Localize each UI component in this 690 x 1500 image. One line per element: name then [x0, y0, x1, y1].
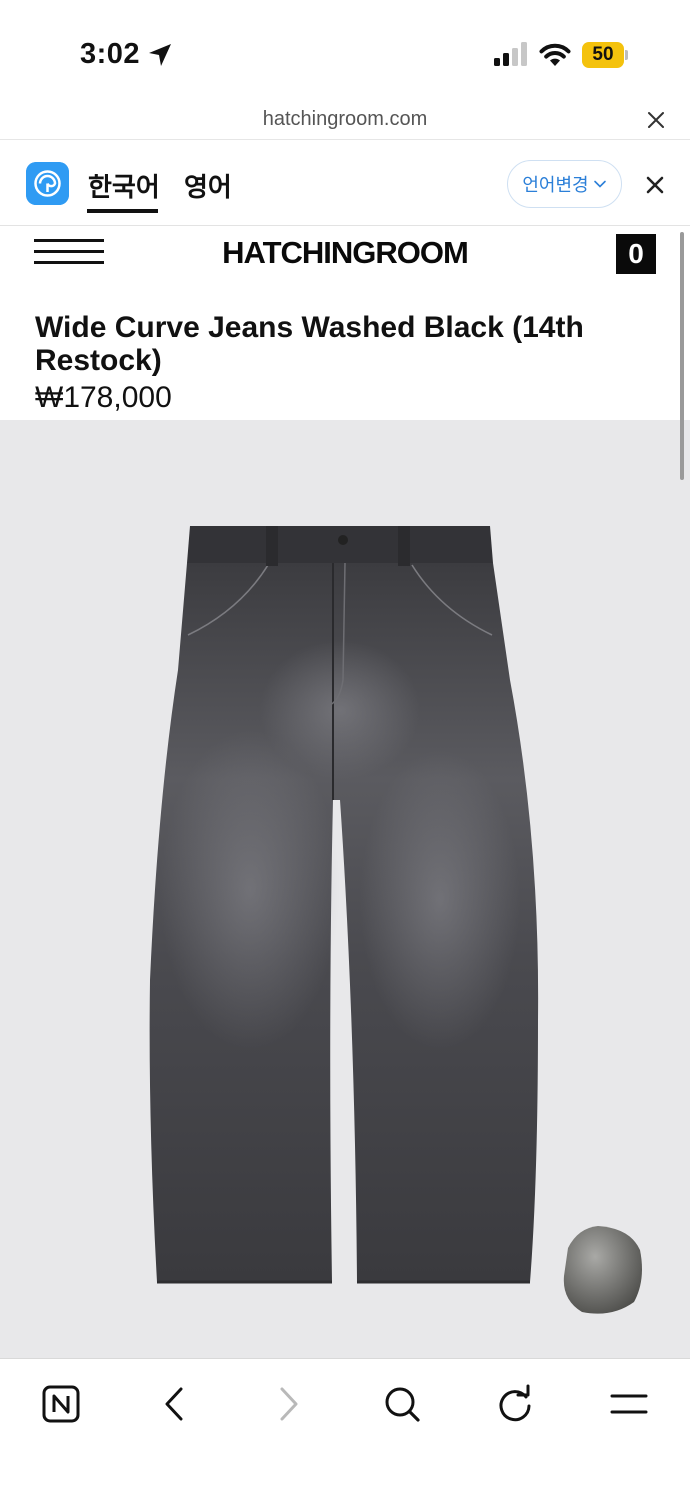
- back-icon: [165, 1387, 183, 1421]
- tab-korean[interactable]: 한국어: [88, 167, 160, 204]
- battery-cap: [625, 50, 628, 60]
- wifi-icon: [539, 43, 571, 66]
- status-time: 3:02: [80, 38, 141, 70]
- location-arrow-icon: [149, 44, 171, 66]
- forward-button[interactable]: [263, 1379, 313, 1429]
- reload-button[interactable]: [490, 1379, 540, 1429]
- forward-icon: [280, 1387, 298, 1421]
- naver-home-button[interactable]: [36, 1379, 86, 1429]
- site-header: HATCHINGROOM 0: [0, 227, 690, 287]
- chevron-down-icon: [593, 180, 606, 188]
- tab-english[interactable]: 영어: [184, 167, 232, 204]
- menu-icon: [610, 1394, 648, 1414]
- active-tab-indicator: [87, 209, 158, 213]
- change-language-label: 언어변경: [522, 175, 589, 195]
- reload-icon: [499, 1384, 531, 1422]
- papago-translate-icon: [26, 162, 69, 205]
- page: 3:02 50 hatchingroom.com 한국어 영어 언어변경 HAT…: [0, 0, 690, 1500]
- search-icon: [385, 1387, 420, 1422]
- cart-count-button[interactable]: 0: [616, 234, 656, 274]
- url-text[interactable]: hatchingroom.com: [0, 108, 690, 131]
- menu-button[interactable]: [604, 1379, 654, 1429]
- product-title: Wide Curve Jeans Washed Black (14th Rest…: [35, 311, 584, 377]
- product-image[interactable]: [0, 420, 690, 1358]
- battery-indicator: 50: [582, 42, 628, 68]
- product-price: ₩178,000: [35, 381, 172, 414]
- change-language-button[interactable]: 언어변경: [507, 160, 622, 208]
- status-bar: 3:02 50: [0, 0, 690, 100]
- search-button[interactable]: [377, 1379, 427, 1429]
- battery-level: 50: [582, 42, 624, 68]
- close-translate-icon[interactable]: [644, 174, 666, 196]
- naver-home-icon: [42, 1385, 80, 1423]
- back-button[interactable]: [150, 1379, 200, 1429]
- brand-logo[interactable]: HATCHINGROOM: [0, 235, 690, 271]
- close-icon[interactable]: [644, 108, 668, 132]
- translate-bar: 한국어 영어 언어변경: [0, 141, 690, 226]
- url-bar[interactable]: hatchingroom.com: [0, 100, 690, 140]
- bottom-toolbar: [0, 1358, 690, 1500]
- jeans-image: [149, 526, 642, 1314]
- cellular-signal-icon: [494, 42, 527, 66]
- scrollbar[interactable]: [680, 232, 684, 480]
